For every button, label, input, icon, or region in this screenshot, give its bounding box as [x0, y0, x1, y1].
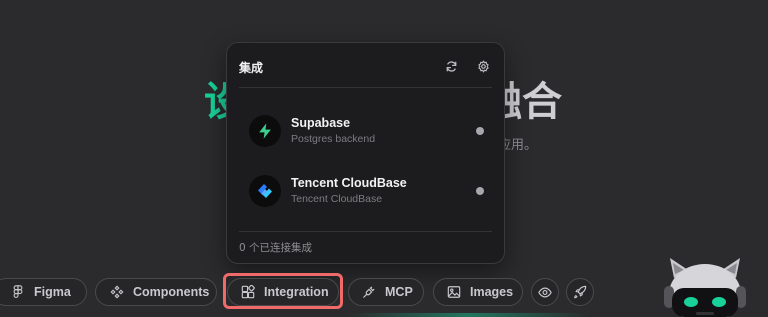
popover-divider [239, 231, 492, 232]
figma-icon [11, 285, 25, 299]
images-button[interactable]: Images [433, 278, 523, 306]
cloudbase-logo-icon [249, 175, 281, 207]
integration-description: Tencent CloudBase [291, 193, 383, 205]
robot-mascot-icon[interactable] [660, 256, 750, 317]
integrations-popover: 集成 Supabase Postgres backend Tencent Clo… [226, 42, 505, 264]
accent-glow-line [348, 313, 588, 317]
integration-item-supabase[interactable]: Supabase Postgres backend [239, 105, 494, 157]
mcp-button[interactable]: MCP [348, 278, 424, 306]
gear-icon[interactable] [474, 57, 492, 75]
image-icon [447, 285, 461, 299]
integration-label: Integration [264, 285, 329, 299]
figma-label: Figma [34, 285, 71, 299]
components-button[interactable]: Components [95, 278, 217, 306]
supabase-logo-icon [249, 115, 281, 147]
components-icon [110, 285, 124, 299]
popover-header: 集成 [227, 43, 504, 87]
integration-item-tencent-cloudbase[interactable]: Tencent CloudBase Tencent CloudBase [239, 165, 494, 217]
figma-button[interactable]: Figma [0, 278, 87, 306]
deploy-button[interactable] [566, 278, 594, 306]
components-label: Components [133, 285, 210, 299]
bottom-toolbar: Figma Components Integration MCP Images [0, 278, 768, 308]
rocket-icon [573, 285, 587, 299]
integration-name: Tencent CloudBase [291, 176, 407, 190]
refresh-icon[interactable] [442, 57, 460, 75]
popover-divider [239, 87, 492, 88]
integration-icon [241, 285, 255, 299]
integration-button[interactable]: Integration [227, 278, 339, 306]
eye-icon [538, 285, 552, 299]
images-label: Images [470, 285, 514, 299]
status-dot [476, 187, 484, 195]
connected-count: 0 个已连接集成 [239, 242, 313, 254]
plug-icon [362, 285, 376, 299]
popover-title: 集成 [239, 61, 264, 75]
status-dot [476, 127, 484, 135]
integration-name: Supabase [291, 116, 351, 130]
mcp-label: MCP [385, 285, 413, 299]
integration-description: Postgres backend [291, 133, 376, 145]
preview-button[interactable] [531, 278, 559, 306]
